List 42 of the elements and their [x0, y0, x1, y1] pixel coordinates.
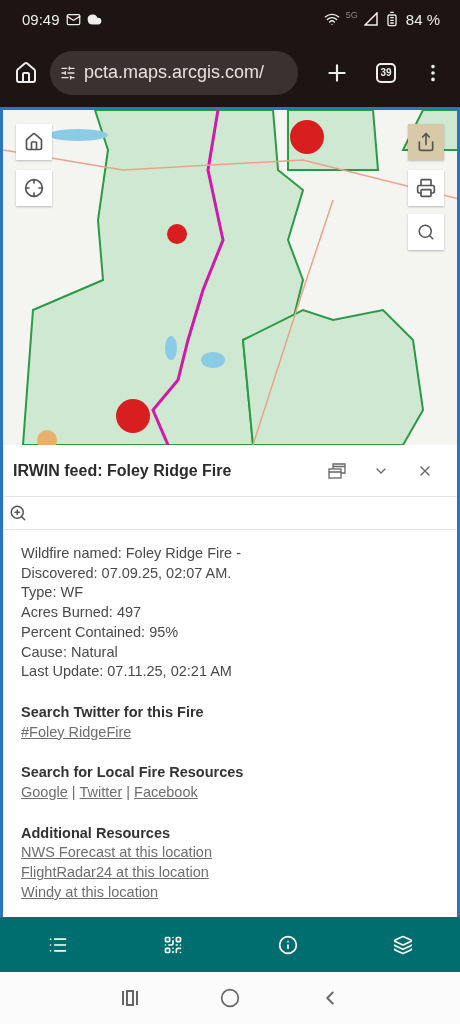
home-button[interactable] — [16, 124, 52, 160]
cloud-icon — [86, 11, 102, 27]
windows-icon — [328, 462, 346, 479]
resource-link[interactable]: FlightRadar24 at this location — [21, 864, 209, 881]
link-separator: | — [71, 784, 76, 801]
search-button[interactable] — [408, 214, 444, 250]
link-separator: | — [126, 784, 131, 801]
network-type: 5G — [345, 10, 358, 20]
resource-link[interactable]: Facebook — [134, 784, 198, 801]
share-button[interactable] — [408, 124, 444, 160]
home-icon[interactable] — [14, 60, 38, 85]
search-icon — [417, 223, 435, 241]
signal-icon — [363, 12, 378, 26]
print-button[interactable] — [408, 170, 444, 206]
resource-link[interactable]: NWS Forecast at this location — [21, 844, 212, 861]
info-icon — [277, 934, 298, 955]
layers-icon — [392, 934, 413, 955]
recent-apps-icon — [121, 990, 139, 1006]
resource-link[interactable]: #Foley RidgeFire — [21, 723, 132, 740]
fire-details: Wildfire named: Foley Ridge Fire - Discovered: 07.09.25, 02:07 AM. Type: WF Acres Burned: 497 Percent Contained: 95% Cause: Natural Last Update: 07.11.25, 02:21 AM — [21, 544, 242, 682]
qr-code-icon — [162, 934, 183, 955]
crosshair-icon — [24, 178, 44, 198]
wifi-icon — [323, 11, 340, 27]
circle-icon — [220, 988, 240, 1008]
section-heading: Search for Local Fire Resources — [21, 763, 245, 783]
mail-icon — [65, 11, 81, 27]
tab-count[interactable]: 39 — [376, 62, 396, 83]
battery-level: 84 % — [405, 10, 440, 28]
site-settings-icon[interactable] — [60, 64, 76, 81]
resource-link[interactable]: Google — [21, 784, 68, 801]
section-heading: Search Twitter for this Fire — [21, 702, 205, 722]
locate-button[interactable] — [16, 170, 52, 206]
popup-title: IRWIN feed: Foley Ridge Fire — [13, 461, 233, 480]
share-icon — [416, 132, 436, 152]
section-heading: Additional Resources — [21, 823, 172, 843]
resource-link[interactable]: Windy at this location — [21, 883, 158, 900]
zoom-to-icon[interactable] — [9, 504, 27, 522]
address-bar[interactable]: pcta.maps.arcgis.com/ — [50, 50, 298, 95]
resource-link[interactable]: Twitter — [79, 784, 123, 801]
home-icon — [24, 132, 44, 152]
clock-time: 09:49 — [22, 10, 60, 28]
printer-icon — [416, 178, 436, 198]
